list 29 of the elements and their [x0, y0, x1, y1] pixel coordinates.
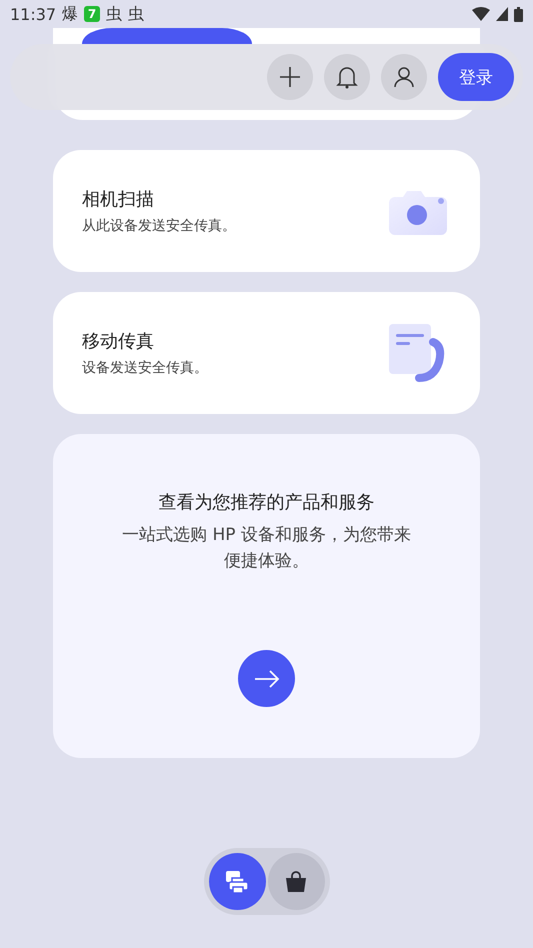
- bell-icon: [336, 65, 358, 89]
- signal-icon: [496, 7, 508, 21]
- notification-icon: 虫: [128, 4, 144, 24]
- plus-icon: [279, 66, 301, 88]
- card-subtitle: 设备发送安全传真。: [82, 359, 208, 377]
- battery-icon: [514, 6, 523, 22]
- phone-document-icon: [389, 324, 447, 382]
- card-title: 移动传真: [82, 330, 155, 353]
- status-time: 11:37: [10, 4, 56, 24]
- shopping-bag-icon: [285, 870, 307, 892]
- notification-icon: 虫: [106, 4, 122, 24]
- add-button[interactable]: [267, 54, 313, 100]
- notification-icon: 爆: [62, 4, 78, 24]
- shop-tab[interactable]: [268, 853, 324, 910]
- card-title: 相机扫描: [82, 188, 155, 211]
- promo-text: 一站式选购 HP 设备和服务，为您带来便捷体验。: [121, 524, 412, 573]
- user-icon: [393, 66, 415, 88]
- wifi-icon: [472, 7, 490, 21]
- arrow-right-icon: [254, 670, 280, 688]
- printer-icon: [225, 870, 249, 894]
- notification-button[interactable]: [324, 54, 370, 100]
- notification-icon: 7: [84, 6, 100, 22]
- login-button[interactable]: 登录: [438, 53, 514, 101]
- profile-button[interactable]: [381, 54, 427, 100]
- feature-card[interactable]: 移动传真 设备发送安全传真。: [53, 292, 480, 414]
- card-subtitle: 从此设备发送安全传真。: [82, 217, 236, 235]
- promo-title: 查看为您推荐的产品和服务: [158, 491, 374, 514]
- feature-card[interactable]: 相机扫描 从此设备发送安全传真。: [53, 150, 480, 272]
- printer-tab[interactable]: [208, 853, 266, 910]
